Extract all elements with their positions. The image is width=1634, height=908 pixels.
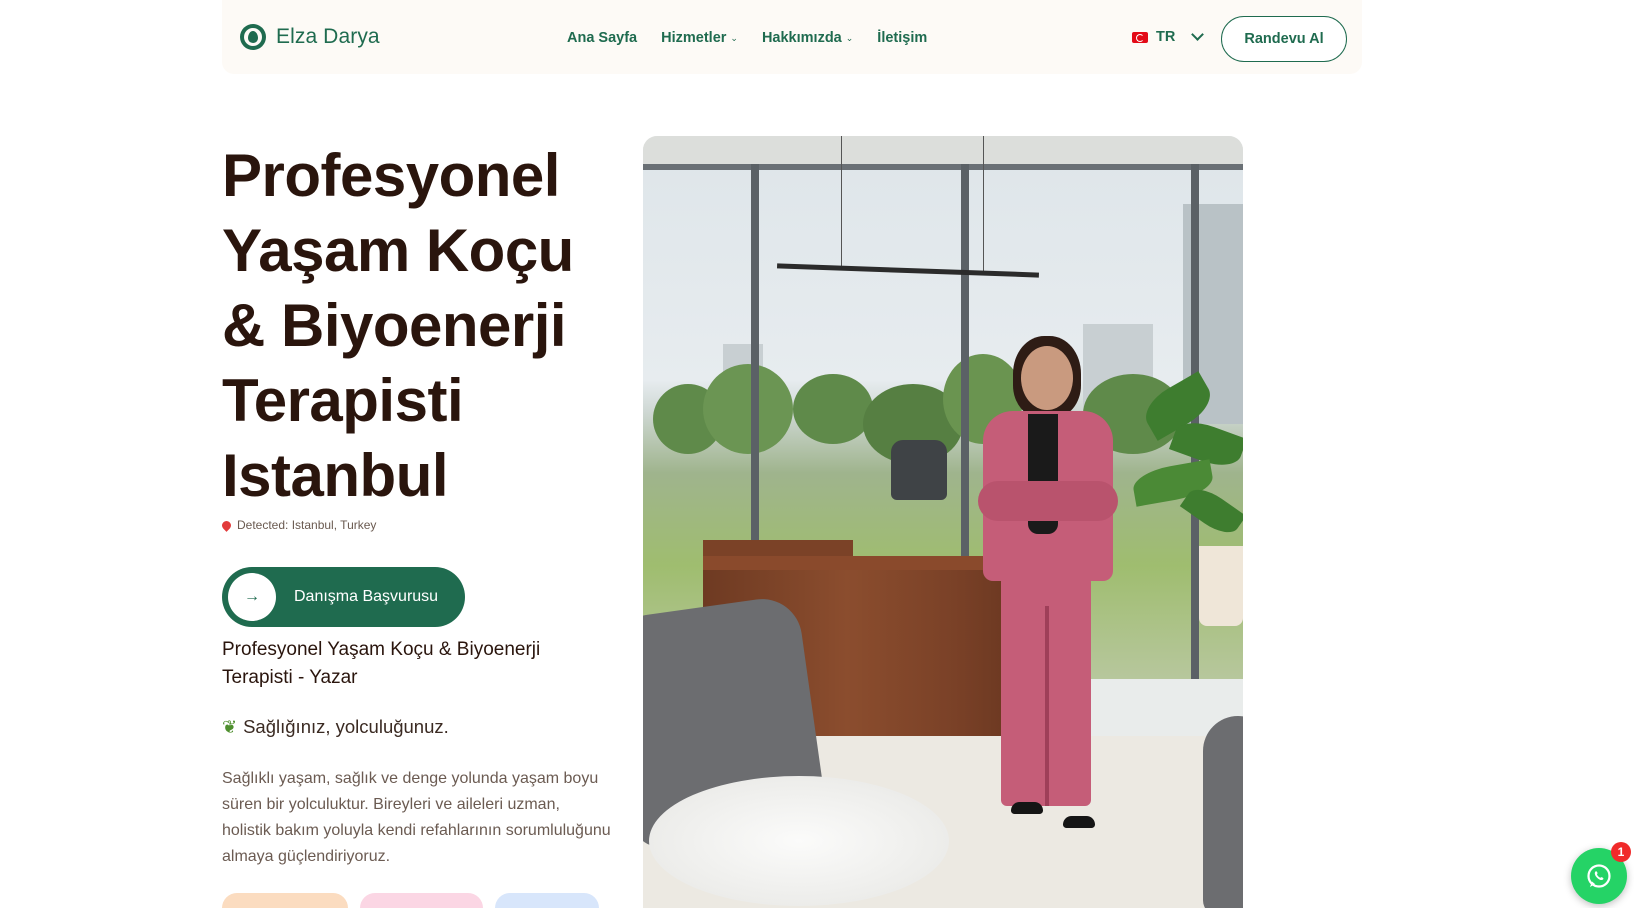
nav-item-hakkimizda[interactable]: Hakkımızda ⌄ — [762, 30, 853, 46]
photo-frame — [1191, 164, 1199, 679]
consultation-button[interactable]: → Danışma Başvurusu — [222, 567, 465, 627]
brand-logo[interactable]: Elza Darya — [240, 24, 380, 50]
photo-ceiling — [643, 136, 1243, 166]
nav-item-ana-sayfa[interactable]: Ana Sayfa — [567, 30, 637, 46]
photo-person — [978, 481, 1118, 521]
leaf-icon: ❦ — [222, 716, 238, 737]
feature-pills — [222, 893, 599, 908]
photo-frame — [643, 164, 1243, 170]
consultation-button-label: Danışma Başvurusu — [294, 588, 439, 605]
hero-title-line: & Biyoenerji — [222, 292, 567, 359]
photo-person — [1063, 816, 1095, 828]
main-nav: Ana Sayfa Hizmetler ⌄ Hakkımızda ⌄ İleti… — [567, 30, 927, 46]
photo-plant-pot — [1199, 546, 1243, 626]
whatsapp-icon — [1587, 864, 1611, 888]
hero-title-line: Yaşam Koçu — [222, 217, 574, 284]
location-text: Detected: Istanbul, Turkey — [237, 518, 377, 532]
nav-item-iletisim[interactable]: İletişim — [877, 30, 927, 46]
turkey-flag-icon — [1132, 31, 1148, 43]
photo-tree — [793, 374, 873, 444]
nav-label: Ana Sayfa — [567, 30, 638, 46]
arrow-right-icon: → — [228, 573, 276, 621]
hero-subtitle: Profesyonel Yaşam Koçu & Biyoenerji Tera… — [222, 639, 541, 688]
feature-pill[interactable] — [495, 893, 599, 908]
brand-name: Elza Darya — [276, 25, 380, 48]
site-header: Elza Darya Ana Sayfa Hizmetler ⌄ Hakkımı… — [222, 0, 1362, 74]
appointment-button[interactable]: Randevu Al — [1221, 16, 1347, 62]
logo-icon — [240, 24, 266, 50]
photo-table — [649, 776, 949, 906]
feature-pill[interactable] — [222, 893, 348, 908]
photo-office-chair — [891, 440, 947, 500]
hero-title-line: Istanbul — [222, 442, 449, 509]
detected-location: Detected: Istanbul, Turkey — [220, 518, 377, 532]
photo-person — [1011, 802, 1043, 814]
hero-tagline: ❦ Sağlığınız, yolculuğunuz. — [222, 716, 449, 738]
hero-description: Sağlıklı yaşam, sağlık ve denge yolunda … — [222, 770, 611, 865]
hero-title-line: Terapisti — [222, 367, 464, 434]
photo-lamp-wire — [983, 136, 984, 274]
photo-person — [1045, 606, 1049, 806]
nav-label: Hizmetler — [661, 30, 727, 46]
nav-item-hizmetler[interactable]: Hizmetler ⌄ — [661, 30, 738, 46]
language-code: TR — [1156, 29, 1176, 45]
language-selector[interactable]: TR — [1132, 28, 1205, 45]
photo-person — [1021, 346, 1073, 410]
photo-tree — [703, 364, 793, 454]
nav-label: Hakkımızda — [761, 30, 842, 46]
chevron-down-icon — [1191, 28, 1205, 41]
photo-armchair — [1203, 716, 1243, 908]
feature-pill[interactable] — [360, 893, 483, 908]
hero-photo — [643, 136, 1243, 908]
photo-lamp-wire — [841, 136, 842, 270]
hero-title-line: Profesyonel — [222, 142, 560, 209]
chevron-down-icon: ⌄ — [845, 32, 854, 43]
tagline-text: Sağlığınız, yolculuğunuz. — [243, 716, 449, 737]
map-pin-icon — [220, 518, 233, 532]
chevron-down-icon: ⌄ — [730, 32, 738, 43]
nav-label: İletişim — [877, 30, 928, 46]
hero-title: Profesyonel Yaşam Koçu & Biyoenerji Tera… — [222, 138, 642, 513]
whatsapp-button[interactable]: 1 — [1571, 842, 1631, 904]
page: Elza Darya Ana Sayfa Hizmetler ⌄ Hakkımı… — [0, 0, 1634, 908]
notification-badge: 1 — [1611, 842, 1631, 862]
